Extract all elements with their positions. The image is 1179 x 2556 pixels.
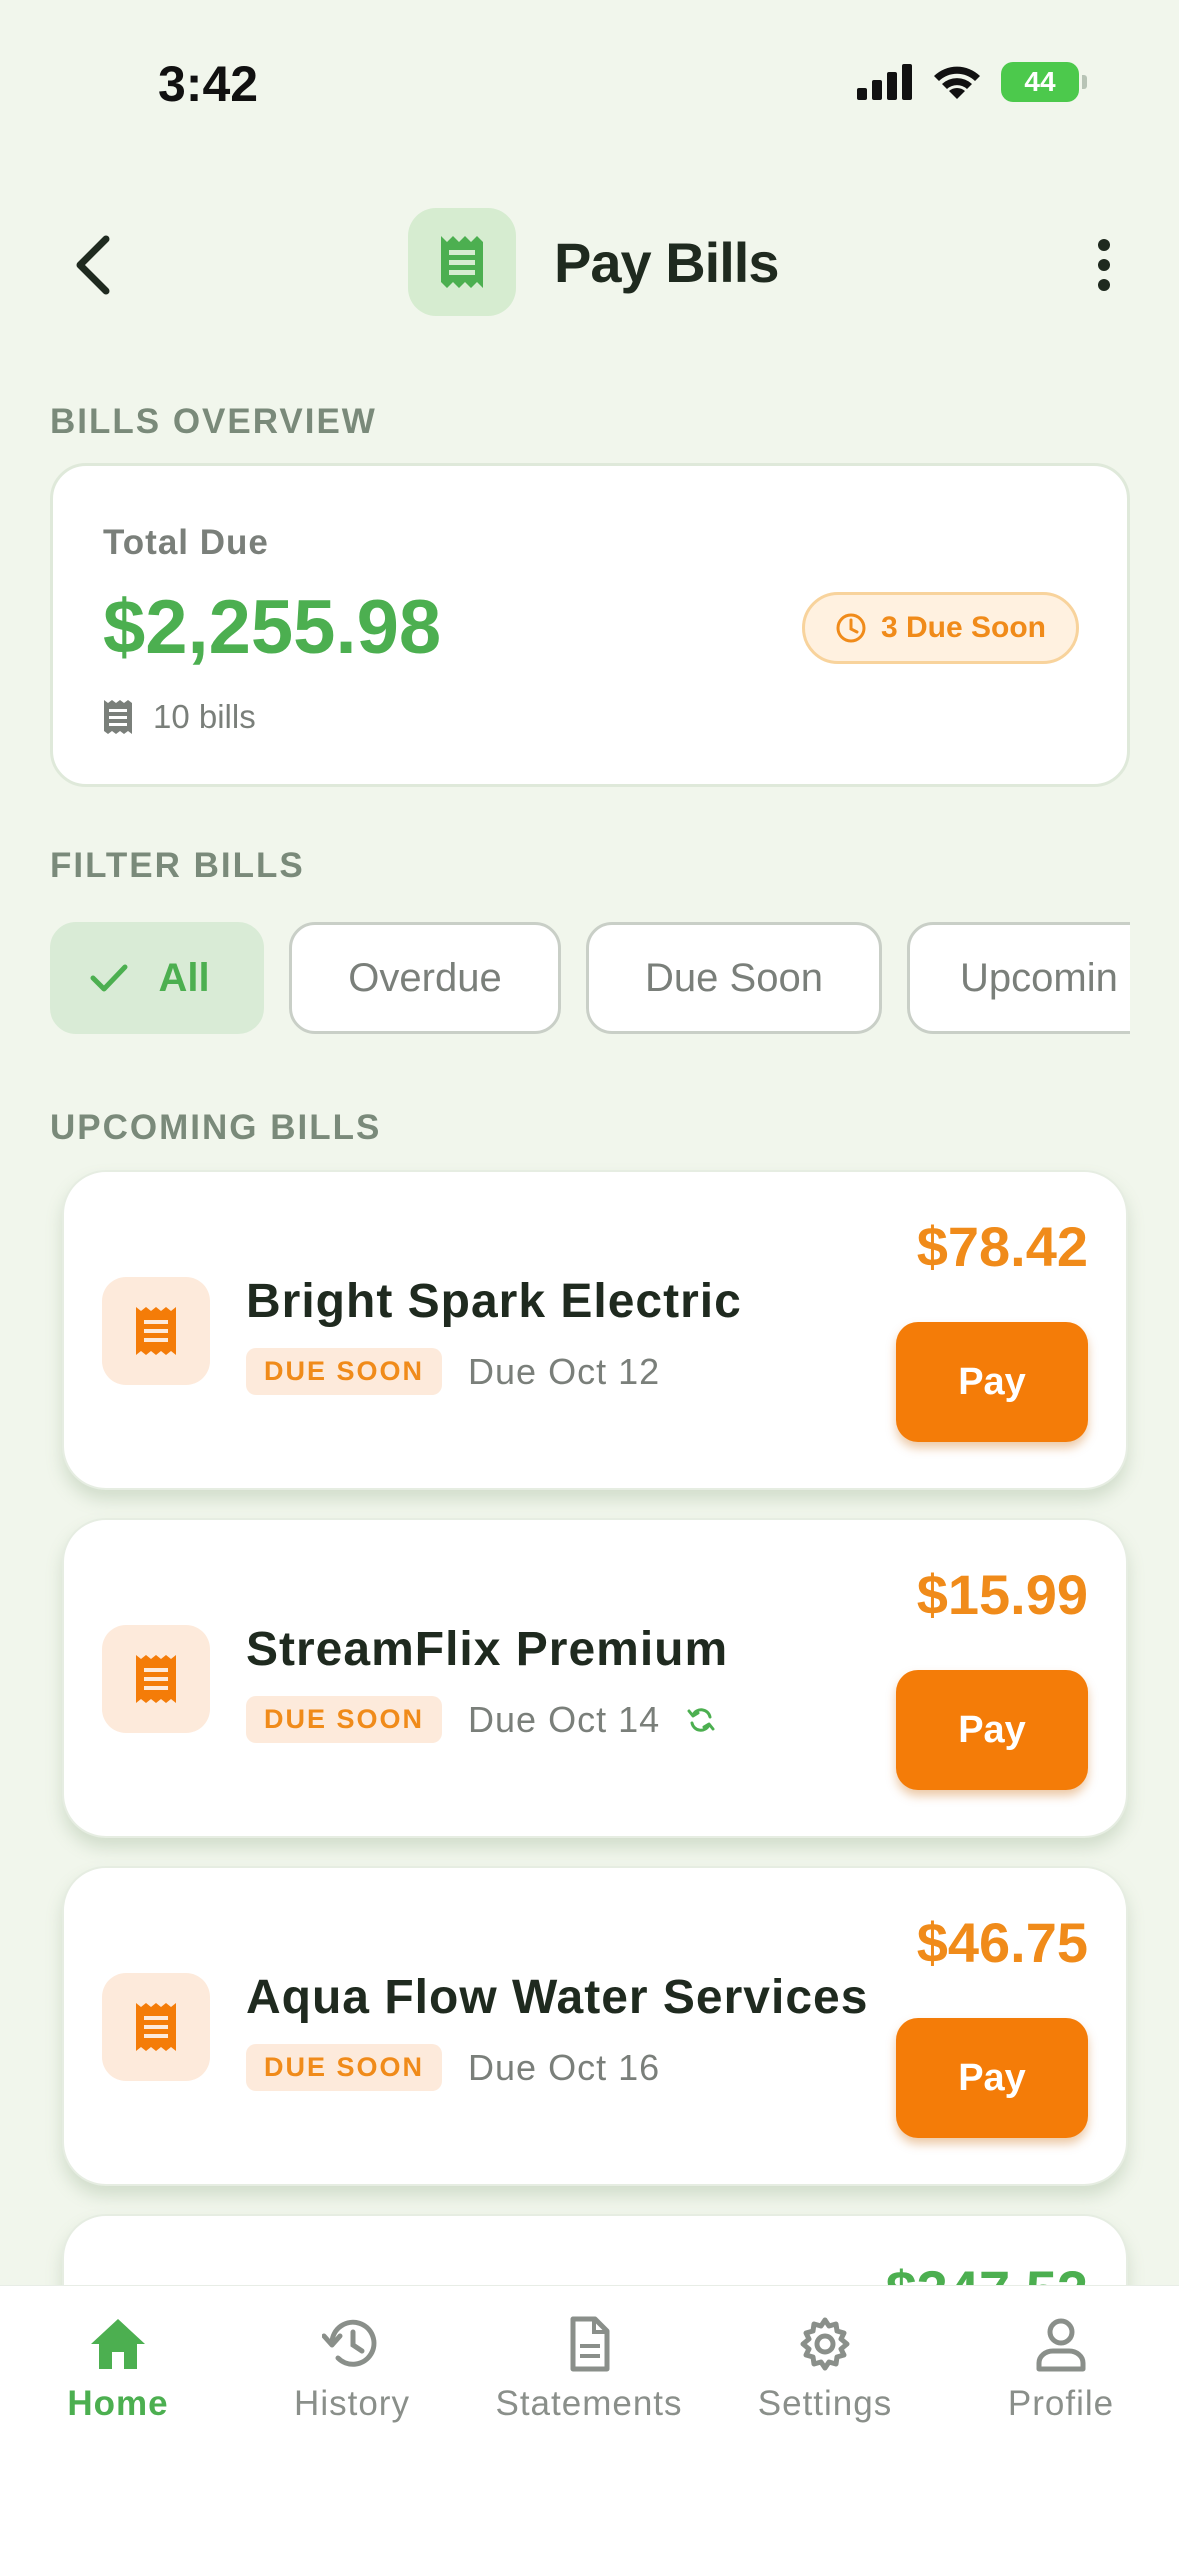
more-options-button[interactable] xyxy=(1069,225,1139,305)
receipt-icon xyxy=(102,1973,210,2081)
bills-overview-label: BILLS OVERVIEW xyxy=(50,402,377,441)
document-icon xyxy=(570,2316,610,2372)
bill-name: Bright Spark Electric xyxy=(246,1275,742,1328)
page-title: Pay Bills xyxy=(554,230,779,294)
tab-label: Home xyxy=(67,2384,169,2423)
bill-name: StreamFlix Premium xyxy=(246,1623,729,1676)
receipt-icon xyxy=(102,1277,210,1385)
person-icon xyxy=(1036,2318,1086,2372)
bills-count-text: 10 bills xyxy=(153,698,256,735)
status-icons: 44 xyxy=(857,62,1087,102)
clock-icon xyxy=(836,613,866,643)
title-wrap: Pay Bills xyxy=(408,208,779,316)
receipt-icon xyxy=(102,1625,210,1733)
tab-home[interactable]: Home xyxy=(18,2316,218,2424)
battery-level: 44 xyxy=(1024,66,1056,97)
tab-history[interactable]: History xyxy=(252,2316,452,2424)
filter-chip-due-soon[interactable]: Due Soon xyxy=(586,922,882,1034)
due-date: Due Oct 12 xyxy=(468,1350,661,1392)
battery-indicator: 44 xyxy=(1001,62,1087,102)
filter-chips: All Overdue Due Soon Upcomin xyxy=(50,922,1130,1034)
gear-icon xyxy=(800,2317,850,2371)
bill-amount: $46.75 xyxy=(916,1911,1088,1974)
bill-meta: DUE SOON Due Oct 16 xyxy=(246,2044,660,2091)
header: Pay Bills xyxy=(0,200,1179,330)
tab-bar: Home History Statements Settings Profile xyxy=(0,2285,1179,2556)
recurring-icon xyxy=(687,1707,715,1732)
more-vertical-icon xyxy=(1098,239,1110,291)
receipt-icon xyxy=(104,700,132,734)
status-bar: 3:42 44 xyxy=(0,0,1179,170)
total-due-amount: $2,255.98 xyxy=(103,585,442,670)
history-icon xyxy=(322,2319,377,2367)
checkmark-icon xyxy=(90,964,128,992)
bill-meta: DUE SOON Due Oct 12 xyxy=(246,1348,660,1395)
status-badge: DUE SOON xyxy=(246,1696,443,1743)
overview-card: Total Due $2,255.98 10 bills 3 Due Soon xyxy=(50,463,1130,787)
home-icon xyxy=(91,2319,145,2369)
due-soon-badge: 3 Due Soon xyxy=(801,592,1079,664)
bill-card[interactable]: Aqua Flow Water Services DUE SOON Due Oc… xyxy=(62,1866,1128,2186)
tab-label: Settings xyxy=(757,2384,893,2423)
filter-chip-label: Due Soon xyxy=(645,955,823,1000)
wifi-icon xyxy=(934,66,980,99)
bill-name: Aqua Flow Water Services xyxy=(246,1971,869,2024)
tab-label: Profile xyxy=(1007,2384,1115,2423)
status-time: 3:42 xyxy=(158,56,259,112)
receipt-icon xyxy=(408,208,516,316)
back-button[interactable] xyxy=(52,225,132,305)
tab-label: Statements xyxy=(495,2384,683,2423)
tab-profile[interactable]: Profile xyxy=(961,2316,1161,2424)
bill-amount: $15.99 xyxy=(916,1563,1088,1626)
status-badge: DUE SOON xyxy=(246,1348,443,1395)
filter-chip-label: Overdue xyxy=(348,955,502,1000)
tab-settings[interactable]: Settings xyxy=(725,2316,925,2424)
bill-card[interactable]: Bright Spark Electric DUE SOON Due Oct 1… xyxy=(62,1170,1128,1490)
filter-chip-label: All xyxy=(158,955,210,1000)
filter-chip-overdue[interactable]: Overdue xyxy=(289,922,561,1034)
pay-button[interactable]: Pay xyxy=(896,1670,1088,1790)
filter-bills-label: FILTER BILLS xyxy=(50,846,305,885)
bill-meta: DUE SOON Due Oct 14 xyxy=(246,1696,716,1743)
total-due-label: Total Due xyxy=(103,523,269,562)
due-date: Due Oct 14 xyxy=(468,1698,661,1740)
bills-count: 10 bills xyxy=(103,698,256,736)
status-badge: DUE SOON xyxy=(246,2044,443,2091)
due-date: Due Oct 16 xyxy=(468,2046,661,2088)
filter-chip-upcoming[interactable]: Upcomin xyxy=(907,922,1130,1034)
pay-button[interactable]: Pay xyxy=(896,1322,1088,1442)
pay-button[interactable]: Pay xyxy=(896,2018,1088,2138)
tab-statements[interactable]: Statements xyxy=(489,2316,689,2424)
upcoming-bills-label: UPCOMING BILLS xyxy=(50,1108,382,1147)
tab-label: History xyxy=(294,2384,410,2423)
filter-chip-all[interactable]: All xyxy=(50,922,264,1034)
due-soon-badge-text: 3 Due Soon xyxy=(880,611,1046,644)
signal-icon xyxy=(857,64,912,100)
bill-amount: $78.42 xyxy=(916,1215,1088,1278)
filter-chip-label: Upcomin xyxy=(960,955,1118,1000)
chevron-left-icon xyxy=(76,235,110,295)
bill-card[interactable]: StreamFlix Premium DUE SOON Due Oct 14 $… xyxy=(62,1518,1128,1838)
